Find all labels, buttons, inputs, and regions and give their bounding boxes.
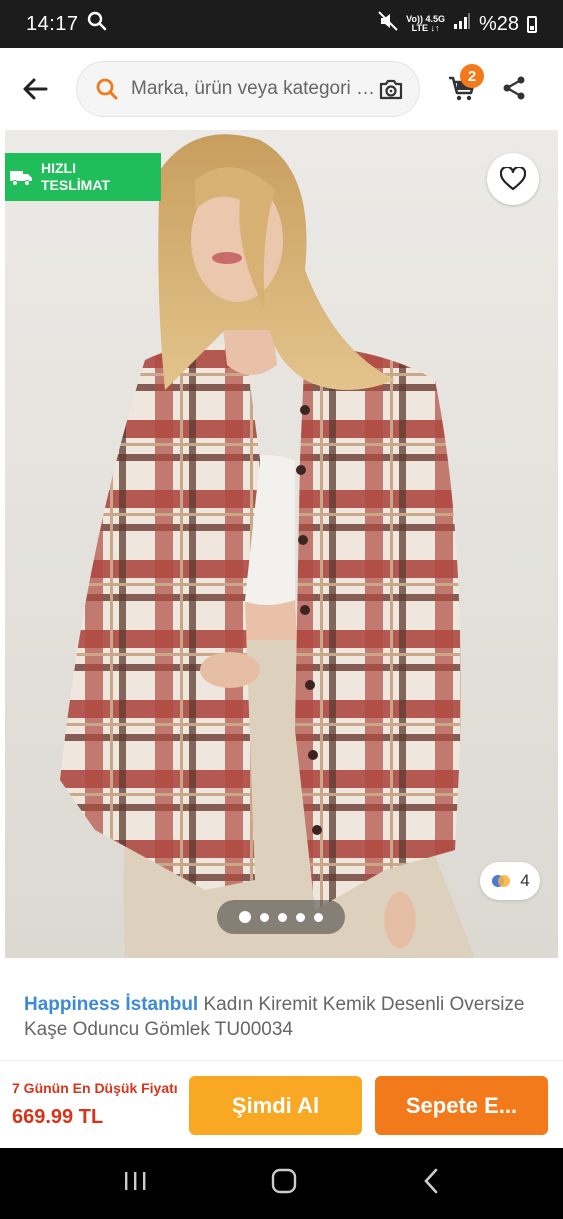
- fast-delivery-badge: HIZLI TESLİMAT: [5, 153, 161, 201]
- product-title: Happiness İstanbul Kadın Kiremit Kemik D…: [24, 992, 544, 1042]
- home-icon: [272, 1168, 297, 1194]
- back-button[interactable]: [0, 48, 70, 130]
- gallery-pagination: [217, 900, 345, 934]
- cart-count-badge: 2: [460, 64, 484, 88]
- gallery-dot[interactable]: [278, 912, 287, 922]
- gallery-dot[interactable]: [260, 912, 269, 922]
- recent-apps-icon: [124, 1172, 146, 1190]
- status-search-icon: [87, 11, 107, 37]
- lowest-price-note: 7 Günün En Düşük Fiyatı: [12, 1080, 178, 1096]
- product-photo: [60, 134, 475, 958]
- battery-icon: [527, 15, 537, 33]
- system-navigation-bar: [0, 1148, 563, 1219]
- add-to-cart-button[interactable]: Sepete E...: [375, 1076, 548, 1135]
- network-indicator: Vo)) 4.5G LTE ↓↑: [406, 15, 445, 33]
- share-button[interactable]: [492, 62, 536, 114]
- gallery-dot[interactable]: [239, 911, 251, 923]
- truck-icon: [10, 171, 32, 186]
- search-placeholder: Marka, ürün veya kategori ara: [131, 78, 377, 99]
- recent-apps-button[interactable]: [122, 1170, 148, 1197]
- fast-delivery-line1: HIZLI: [41, 160, 76, 176]
- color-circles-icon: [492, 875, 511, 887]
- top-bar: Marka, ürün veya kategori ara 2: [0, 48, 563, 130]
- gallery-dot[interactable]: [296, 912, 305, 922]
- cart-button[interactable]: 2: [438, 62, 486, 114]
- back-arrow-icon: [23, 78, 48, 100]
- battery-percent: %28: [478, 12, 519, 35]
- home-button[interactable]: [271, 1168, 297, 1199]
- product-image-gallery[interactable]: HIZLI TESLİMAT 4: [5, 130, 558, 958]
- search-input[interactable]: Marka, ürün veya kategori ara: [76, 61, 420, 117]
- fast-delivery-line2: TESLİMAT: [41, 177, 110, 193]
- price-block: 7 Günün En Düşük Fiyatı 669.99 TL: [0, 1080, 180, 1129]
- mute-icon: [378, 11, 398, 37]
- share-icon: [503, 76, 525, 100]
- status-bar: 14:17 Vo)) 4.5G LTE ↓↑ %28: [0, 0, 563, 48]
- fast-delivery-text: HIZLI TESLİMAT: [41, 160, 110, 194]
- heart-icon: [500, 167, 526, 191]
- chevron-left-icon: [424, 1168, 438, 1194]
- buy-now-button[interactable]: Şimdi Al: [189, 1076, 362, 1135]
- system-back-button[interactable]: [421, 1168, 441, 1199]
- price: 669.99 TL: [12, 1106, 104, 1128]
- purchase-bar: 7 Günün En Düşük Fiyatı 669.99 TL Şimdi …: [0, 1060, 563, 1148]
- status-time: 14:17: [26, 12, 79, 35]
- image-count: 4: [520, 871, 530, 890]
- signal-icon: [453, 12, 471, 36]
- network-label-bottom: LTE ↓↑: [411, 23, 440, 33]
- favorite-button[interactable]: [487, 153, 539, 205]
- image-count-button[interactable]: 4: [480, 862, 540, 900]
- brand-name[interactable]: Happiness İstanbul: [24, 994, 198, 1015]
- camera-search-icon[interactable]: [377, 76, 405, 102]
- gallery-dot[interactable]: [314, 912, 323, 922]
- search-icon: [96, 78, 118, 100]
